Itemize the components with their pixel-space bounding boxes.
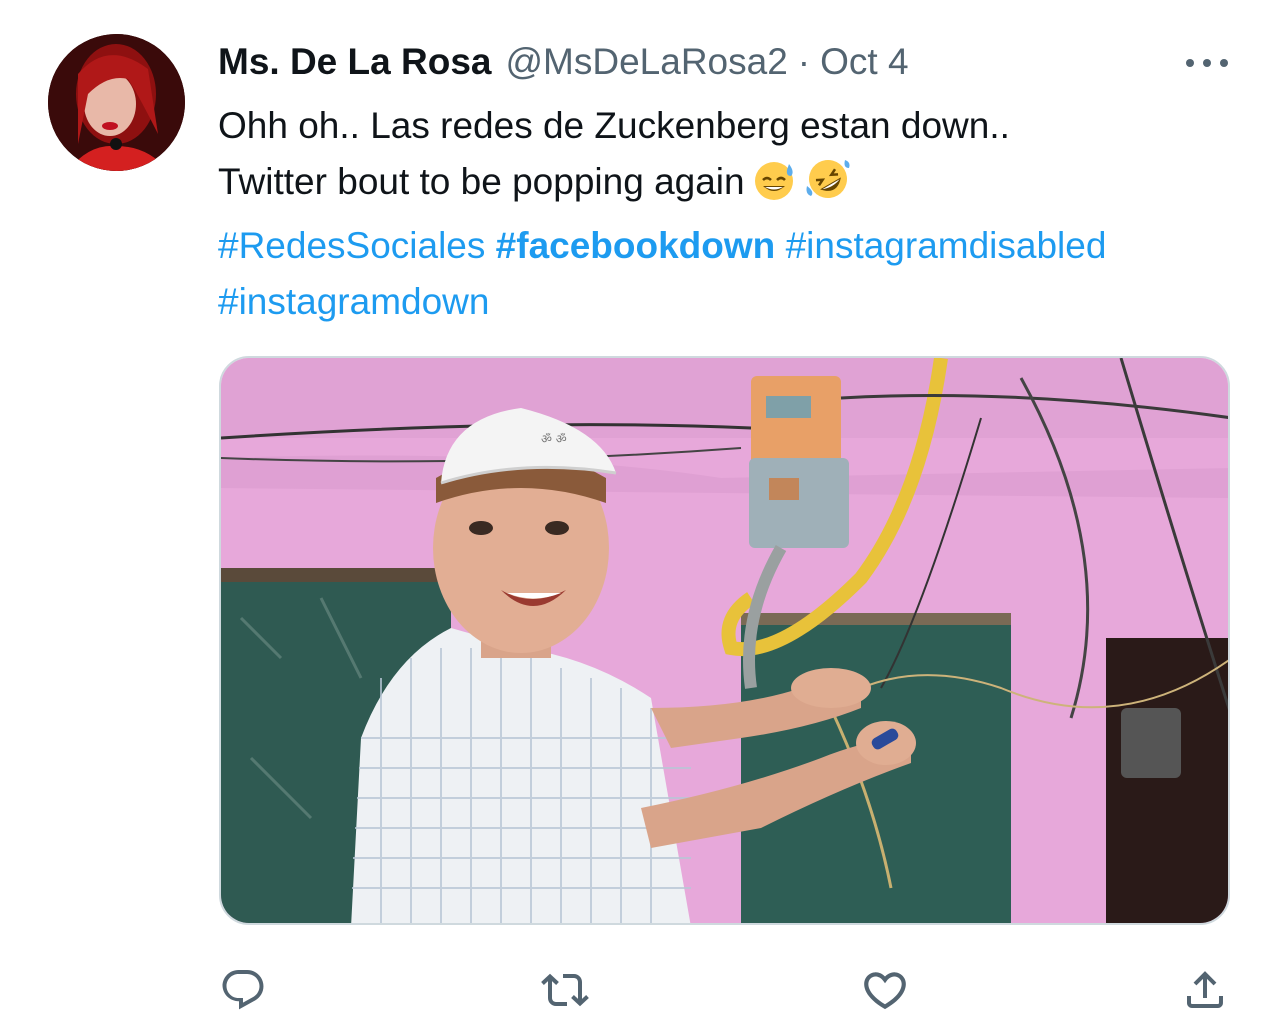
tweet-media-image[interactable]: ॐ ॐ xyxy=(219,356,1230,925)
author-name[interactable]: Ms. De La Rosa xyxy=(218,41,491,83)
reply-button[interactable] xyxy=(215,962,271,1018)
tweet-actions-bar xyxy=(0,962,1280,1020)
tweet-header: Ms. De La Rosa @MsDeLaRosa2 · Oct 4 xyxy=(218,38,909,86)
hashtag-redessociales[interactable]: #RedesSociales xyxy=(218,225,485,266)
svg-text:ॐ ॐ: ॐ ॐ xyxy=(541,432,567,446)
tweet-text-line-1: Ohh oh.. Las redes de Zuckenberg estan d… xyxy=(218,105,1010,146)
tweet-text-line-2: Twitter bout to be popping again xyxy=(218,154,1248,218)
avatar-image xyxy=(48,34,185,171)
sweat-smile-emoji xyxy=(751,156,797,218)
hashtag-instagramdown[interactable]: #instagramdown xyxy=(218,281,489,322)
more-options-button[interactable] xyxy=(1182,48,1232,78)
more-dot xyxy=(1220,59,1228,67)
tweet-text-line-2-text: Twitter bout to be popping again xyxy=(218,161,745,202)
hashtag-facebookdown[interactable]: #facebookdown xyxy=(496,225,776,266)
author-handle[interactable]: @MsDeLaRosa2 xyxy=(505,41,787,83)
share-button[interactable] xyxy=(1177,962,1233,1018)
avatar[interactable] xyxy=(48,34,185,171)
photo-man-fixing-wires: ॐ ॐ xyxy=(221,358,1228,923)
tweet-text: Ohh oh.. Las redes de Zuckenberg estan d… xyxy=(218,98,1248,330)
hashtag-instagramdisabled[interactable]: #instagramdisabled xyxy=(786,225,1107,266)
like-button[interactable] xyxy=(857,962,913,1018)
share-icon xyxy=(1187,971,1223,1008)
more-horizontal-icon xyxy=(1186,59,1194,67)
tweet-date[interactable]: Oct 4 xyxy=(820,41,908,83)
retweet-icon xyxy=(541,973,589,1007)
separator-dot: · xyxy=(797,41,811,82)
more-dot xyxy=(1203,59,1211,67)
hashtag-line-2: #instagramdown xyxy=(218,274,1248,330)
rofl-emoji xyxy=(803,156,853,218)
reply-icon xyxy=(222,970,264,1010)
hashtag-line-1: #RedesSociales #facebookdown #instagramd… xyxy=(218,218,1248,274)
retweet-button[interactable] xyxy=(537,962,593,1018)
heart-icon xyxy=(864,972,906,1010)
